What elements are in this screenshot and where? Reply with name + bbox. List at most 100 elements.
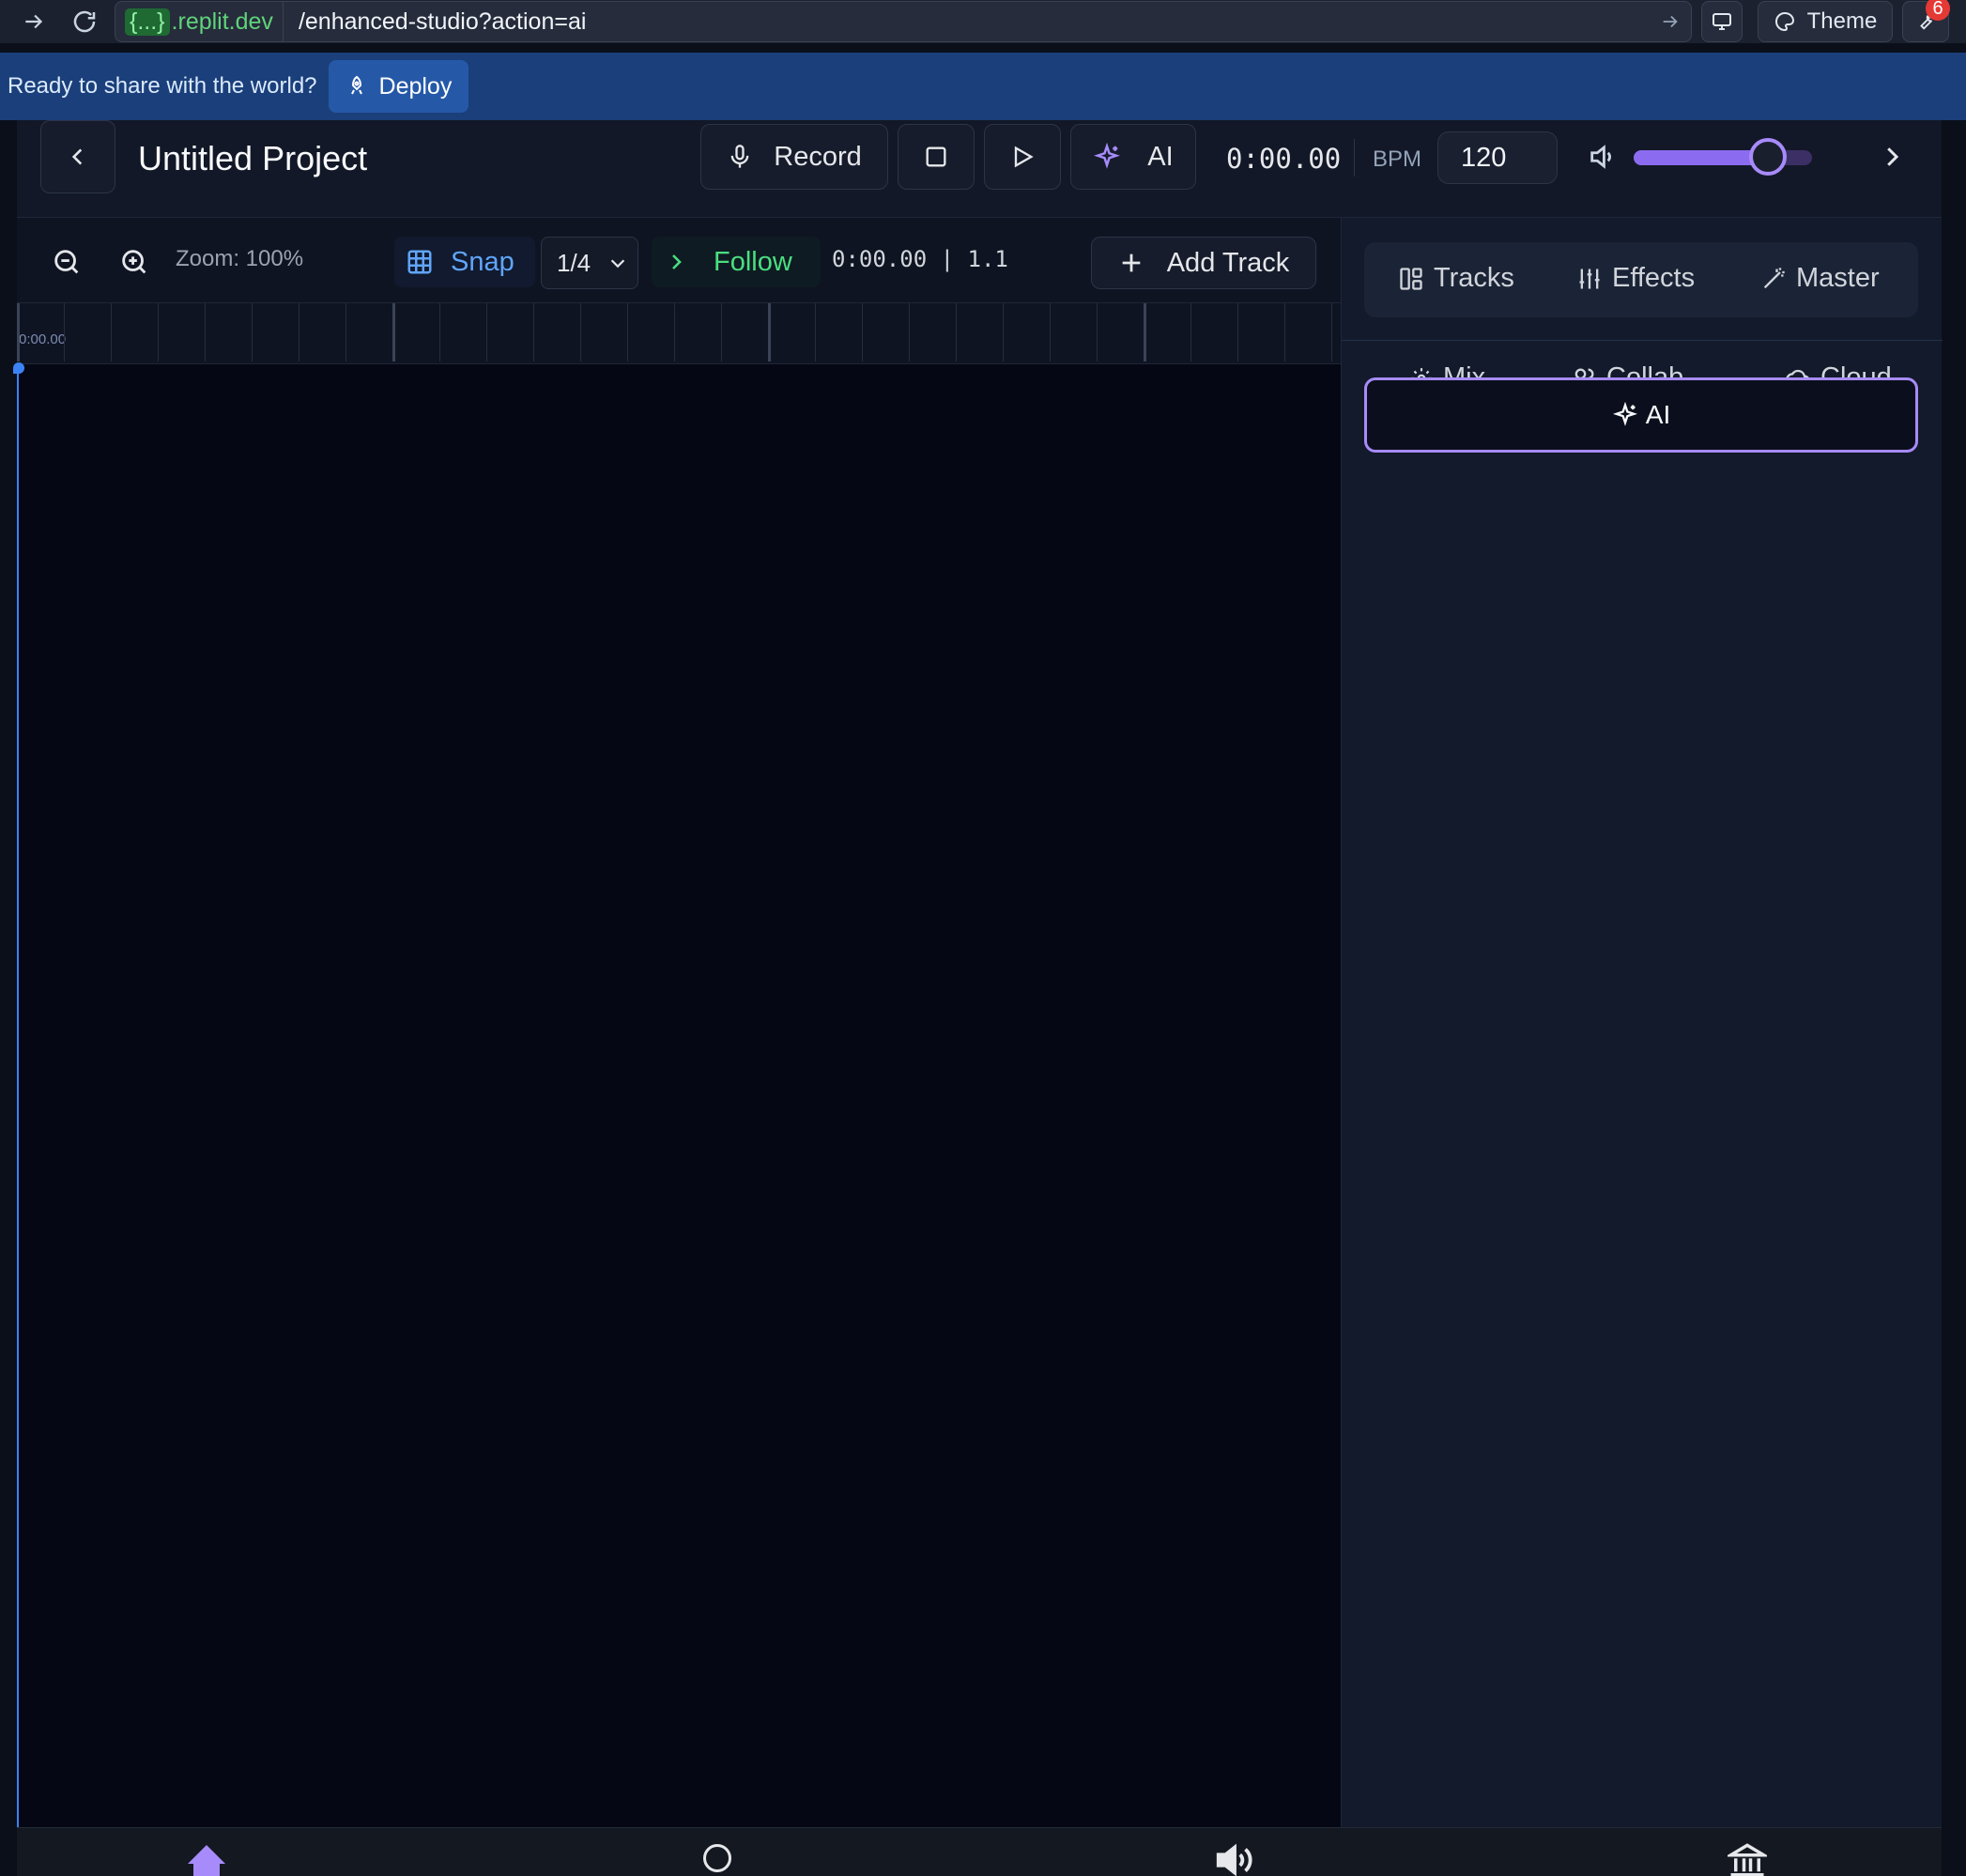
snap-division-select[interactable]: 1/4 [541,237,638,289]
chevron-left-icon [66,145,90,169]
domain-prefix: {...} [125,8,170,36]
volume-slider[interactable] [1634,138,1812,176]
bank-icon[interactable] [1728,1841,1767,1876]
plus-icon [1118,250,1144,276]
devices-button[interactable] [1701,1,1743,42]
ruler-minor-tick [1190,303,1191,361]
ruler-minor-tick [205,303,206,361]
speaker-icon[interactable] [1213,1841,1256,1876]
volume-thumb[interactable] [1748,138,1787,176]
sparkles-icon [1093,143,1121,171]
sparkles-icon [1612,402,1638,428]
track-canvas[interactable] [17,364,1341,1827]
ruler-minor-tick [862,303,863,361]
side-panel: Tracks Effects Master Mix [1341,218,1943,1827]
deploy-label: Deploy [378,72,453,100]
ruler-major-tick [768,303,771,361]
position-readout: 0:00.00 | 1.1 [832,246,1008,272]
chevron-right-icon[interactable] [1878,143,1906,171]
banner-text: Ready to share with the world? [8,73,317,99]
tab-effects[interactable]: Effects [1576,263,1695,294]
ruler-minor-tick [1237,303,1238,361]
deploy-banner: Ready to share with the world? Deploy [0,53,1966,120]
microphone-icon [727,144,753,170]
tab-effects-label: Effects [1612,263,1696,293]
theme-button[interactable]: Theme [1758,1,1893,42]
zoom-level: Zoom: 100% [176,246,304,271]
project-title[interactable]: Untitled Project [138,139,367,178]
transport-time: 0:00.00 [1226,143,1342,175]
ruler-major-tick [392,303,395,361]
tab-ai[interactable]: AI [1364,377,1918,453]
timeline-toolbar: Zoom: 100% Snap 1/4 Follow 0:00.00 | 1.1… [17,218,1341,302]
ruler-minor-tick [627,303,628,361]
reload-icon[interactable] [64,1,105,42]
follow-label: Follow [714,246,792,277]
ruler-major-tick [1144,303,1146,361]
grid-icon [406,248,434,276]
chevron-down-icon [607,253,628,273]
sliders-icon [1576,266,1603,292]
record-button[interactable]: Record [700,124,888,190]
timeline-ruler[interactable]: 0:00.00 [17,302,1341,364]
zoom-out-icon[interactable] [51,246,83,278]
record-label: Record [774,141,862,172]
ruler-minor-tick [533,303,534,361]
go-arrow-icon[interactable] [1650,11,1691,32]
ruler-minor-tick [580,303,581,361]
forward-icon[interactable] [13,1,54,42]
snap-label: Snap [451,246,515,277]
add-track-button[interactable]: Add Track [1091,237,1316,289]
ruler-major-tick [17,303,20,361]
header-divider [1354,139,1355,177]
domain-text: .replit.dev [171,8,273,35]
playhead[interactable] [17,364,19,1857]
snap-division-value: 1/4 [557,248,591,277]
deploy-button[interactable]: Deploy [328,60,469,113]
tools-button[interactable]: 6 [1902,0,1950,42]
play-icon [1009,144,1036,170]
ai-label: AI [1147,141,1174,172]
circle-icon[interactable] [700,1841,734,1875]
ruler-minor-tick [299,303,300,361]
address-bar[interactable]: {...} .replit.dev /enhanced-studio?actio… [115,1,1692,42]
playhead-handle[interactable] [13,362,24,374]
zoom-in-icon[interactable] [118,246,150,278]
tab-divider [1342,340,1943,341]
bpm-input[interactable]: 120 [1437,131,1558,184]
tab-ai-label: AI [1645,400,1671,429]
ruler-minor-tick [486,303,487,361]
bottom-nav [17,1827,1942,1876]
follow-toggle[interactable]: Follow [652,237,821,287]
volume-fill [1634,150,1768,165]
home-icon[interactable] [184,1841,229,1876]
ruler-minor-tick [1050,303,1051,361]
bpm-label: BPM [1373,146,1422,172]
theme-label: Theme [1806,8,1878,34]
stop-icon [923,144,949,170]
ruler-minor-tick [252,303,253,361]
ruler-minor-tick [64,303,65,361]
back-button[interactable] [40,120,115,193]
url-path[interactable]: /enhanced-studio?action=ai [284,8,1650,36]
ruler-minor-tick [1331,303,1332,361]
tab-tracks-label: Tracks [1434,263,1514,293]
palette-icon [1774,10,1796,33]
studio-header: Untitled Project Record AI 0:00.00 BPM 1… [17,120,1942,218]
ai-button[interactable]: AI [1070,124,1196,190]
layout-icon [1398,266,1424,292]
notification-badge: 6 [1926,0,1950,21]
studio-app: Untitled Project Record AI 0:00.00 BPM 1… [13,120,1943,1876]
ruler-minor-tick [956,303,957,361]
ruler-minor-tick [111,303,112,361]
stop-button[interactable] [898,124,975,190]
ruler-minor-tick [158,303,159,361]
tab-master[interactable]: Master [1760,263,1880,294]
ruler-minor-tick [721,303,722,361]
snap-toggle[interactable]: Snap [394,237,535,287]
play-button[interactable] [984,124,1061,190]
tab-tracks[interactable]: Tracks [1398,263,1514,294]
volume-icon[interactable] [1587,141,1619,173]
monitor-icon [1711,10,1733,33]
ruler-minor-tick [439,303,440,361]
